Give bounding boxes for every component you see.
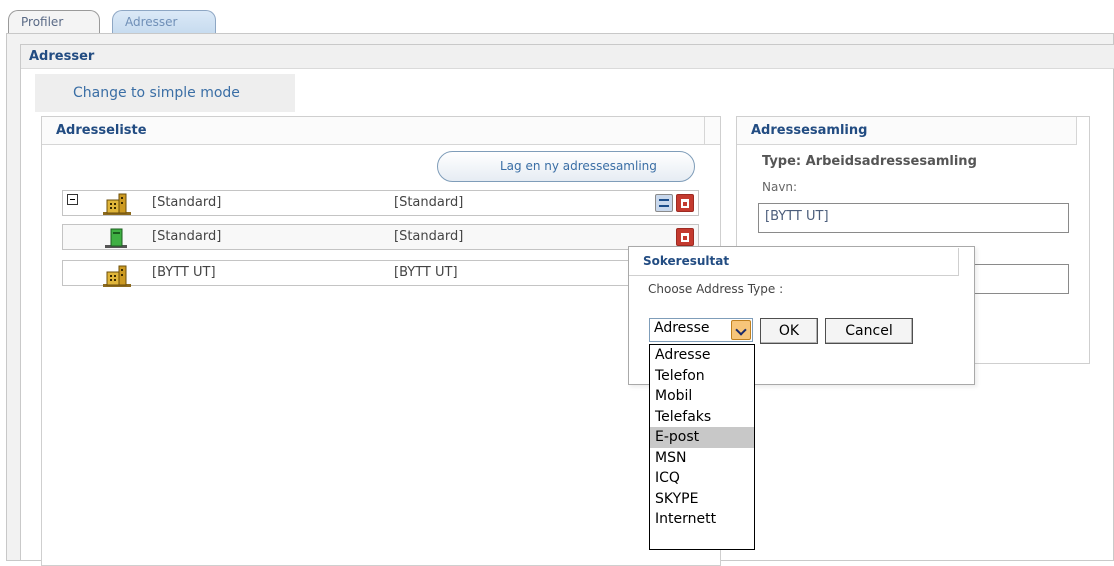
row-name: [Standard] bbox=[152, 229, 222, 244]
tab-adresser[interactable]: Adresser bbox=[112, 10, 216, 34]
page-title: Adresser bbox=[29, 49, 95, 64]
trash-icon[interactable] bbox=[676, 194, 694, 212]
tab-strip: Profiler Adresser bbox=[0, 0, 1114, 34]
new-collection-button[interactable]: Lag en ny adressesamling bbox=[437, 151, 695, 182]
dropdown-option[interactable]: Mobil bbox=[650, 386, 754, 407]
address-collection-header: Adressesamling bbox=[737, 117, 1077, 145]
change-mode-button[interactable]: Change to simple mode bbox=[35, 74, 295, 112]
dialog-title: Sokeresultat bbox=[643, 254, 730, 268]
dialog-header: Sokeresultat bbox=[629, 248, 959, 276]
ok-button-label: OK bbox=[778, 323, 800, 339]
collapse-toggle-icon[interactable] bbox=[67, 194, 78, 205]
header-divider bbox=[704, 117, 705, 145]
collection-type-label: Type: Arbeidsadressesamling bbox=[762, 154, 977, 169]
tab-profiler[interactable]: Profiler bbox=[8, 10, 100, 34]
row-label: [Standard] bbox=[394, 229, 464, 244]
address-list-title: Adresseliste bbox=[56, 123, 147, 138]
ok-button[interactable]: OK bbox=[760, 318, 818, 344]
trash-icon[interactable] bbox=[676, 228, 694, 246]
table-row[interactable]: [BYTT UT] [BYTT UT] bbox=[62, 260, 699, 286]
tab-profiler-label: Profiler bbox=[21, 15, 64, 29]
change-mode-label: Change to simple mode bbox=[73, 85, 240, 101]
address-type-dropdown[interactable]: Adresse Telefon Mobil Telefaks E-post MS… bbox=[649, 344, 755, 550]
new-collection-label: Lag en ny adressesamling bbox=[500, 159, 657, 173]
address-list-header: Adresseliste bbox=[42, 117, 720, 145]
building-icon bbox=[103, 265, 131, 287]
row-name: [Standard] bbox=[152, 195, 222, 210]
table-row[interactable]: [Standard] [Standard] bbox=[62, 190, 699, 216]
dropdown-option[interactable]: ICQ bbox=[650, 468, 754, 489]
address-type-select-value: Adresse bbox=[654, 320, 710, 336]
phone-icon bbox=[105, 228, 127, 248]
row-label: [Standard] bbox=[394, 195, 464, 210]
dropdown-option-highlighted[interactable]: E-post bbox=[650, 427, 754, 448]
dialog-prompt: Choose Address Type : bbox=[648, 282, 784, 296]
dropdown-option[interactable]: MSN bbox=[650, 448, 754, 469]
table-row[interactable]: [Standard] [Standard] bbox=[62, 224, 699, 250]
cancel-button[interactable]: Cancel bbox=[825, 318, 913, 344]
cancel-button-label: Cancel bbox=[845, 323, 893, 339]
dropdown-option[interactable]: Telefaks bbox=[650, 407, 754, 428]
address-collection-title: Adressesamling bbox=[751, 123, 868, 138]
name-field[interactable]: [BYTT UT] bbox=[758, 203, 1069, 233]
address-list-panel: Adresseliste bbox=[41, 116, 721, 566]
row-name: [BYTT UT] bbox=[152, 265, 216, 280]
section-header: Adresser bbox=[21, 45, 1114, 69]
building-icon bbox=[103, 193, 131, 215]
row-label: [BYTT UT] bbox=[394, 265, 458, 280]
name-label: Navn: bbox=[762, 180, 798, 194]
list-icon[interactable] bbox=[655, 194, 673, 212]
dropdown-option[interactable]: Internett bbox=[650, 509, 754, 530]
chevron-down-icon[interactable] bbox=[731, 320, 751, 340]
dropdown-option[interactable]: Adresse bbox=[650, 345, 754, 366]
dropdown-option[interactable]: SKYPE bbox=[650, 489, 754, 510]
dropdown-option[interactable]: Telefon bbox=[650, 366, 754, 387]
name-field-value: [BYTT UT] bbox=[765, 209, 829, 224]
tab-adresser-label: Adresser bbox=[125, 15, 178, 29]
